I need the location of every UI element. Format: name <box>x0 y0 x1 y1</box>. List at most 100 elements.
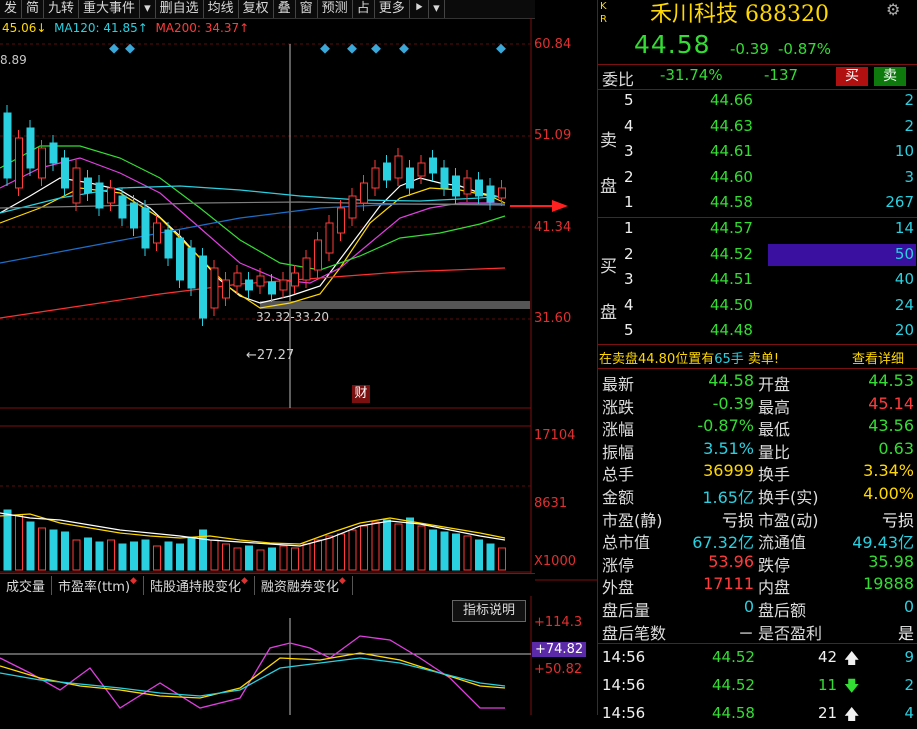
volume-bar <box>130 541 138 571</box>
ask-level: 1 <box>624 193 634 211</box>
stock-change: -0.39 <box>730 40 769 58</box>
settings-gear-icon[interactable]: ⚙ <box>886 0 900 19</box>
tick-price: 44.52 <box>712 648 755 666</box>
stat-value: 亏损 <box>721 510 754 530</box>
volume-bar <box>153 545 161 571</box>
volume-bar <box>463 535 472 571</box>
stat-label: 换手(实) <box>758 488 819 507</box>
view-detail-link[interactable]: 查看详细 <box>852 348 904 367</box>
bid-row[interactable]: 4 44.50 24 <box>598 296 917 319</box>
volume-bar <box>429 529 437 571</box>
stat-label: 市盈(动) <box>758 510 819 530</box>
ask-row[interactable]: 3 44.61 10 <box>598 142 917 165</box>
bid-row[interactable]: 3 44.51 40 <box>598 270 917 293</box>
toolbar-forecast-button[interactable]: 预测 <box>318 0 353 18</box>
up-arrow-icon: 🡅 <box>844 705 860 723</box>
stat-value: 1.65亿 <box>702 488 754 507</box>
bid-row[interactable]: 2 44.52 50 <box>598 245 917 268</box>
toolbar-play-icon[interactable]: ⯈ <box>410 0 430 18</box>
buy-button[interactable]: 买 <box>836 67 868 86</box>
ask-row[interactable]: 2 44.60 3 <box>598 168 917 191</box>
weicha-value: -137 <box>764 66 799 84</box>
tab-pe-ttm[interactable]: 市盈率(ttm)◆ <box>52 575 144 595</box>
candle-body <box>84 177 92 194</box>
kr-badge-k: K <box>600 1 607 12</box>
volume-bar <box>475 539 483 571</box>
toolbar-jian-button[interactable]: 简 <box>22 0 45 18</box>
candle-body <box>417 162 426 177</box>
stat-value: 36999 <box>703 461 754 481</box>
bid-volume: 40 <box>894 270 914 288</box>
candle-body <box>199 255 207 319</box>
ask-level: 5 <box>624 91 634 109</box>
volume-bar <box>61 531 69 571</box>
toolbar-ma-button[interactable]: 均线 <box>204 0 239 18</box>
ask-row[interactable]: 5 44.66 2 <box>598 91 917 114</box>
ask-row[interactable]: 1 44.58 267 <box>598 193 917 216</box>
stat-row: 涨停 53.96 跌停 35.98 <box>598 552 917 575</box>
support-band <box>260 301 530 309</box>
tab-northbound-holding[interactable]: 陆股通持股变化◆ <box>144 575 255 595</box>
bid-level: 3 <box>624 270 634 288</box>
ask-price: 44.63 <box>710 116 753 135</box>
stock-price: 44.58 <box>634 30 711 59</box>
candle-body <box>486 185 495 203</box>
stat-label: 外盘 <box>602 578 635 598</box>
volume-bar <box>176 543 184 571</box>
toolbar-fa-button[interactable]: 发 <box>0 0 23 18</box>
volume-bar <box>279 545 288 571</box>
bid-level: 1 <box>624 219 634 237</box>
toolbar-adjust-button[interactable]: 复权 <box>239 0 274 18</box>
bid-volume: 24 <box>894 295 914 314</box>
stat-label: 盘后笔数 <box>602 623 667 643</box>
tick-row: 14:56 44.58 21 🡅 4 <box>598 704 917 727</box>
bid-row[interactable]: 5 44.48 20 <box>598 321 917 344</box>
candle-body <box>406 167 414 189</box>
candle-body <box>475 179 483 197</box>
bid-price: 44.57 <box>710 219 753 237</box>
toolbar-zhan-button[interactable]: 占 <box>353 0 375 18</box>
indicator-tabs: 成交量 市盈率(ttm)◆ 陆股通持股变化◆ 融资融券变化◆ <box>0 573 535 596</box>
toolbar-overlay-button[interactable]: 叠 <box>274 0 296 18</box>
volume-bar <box>314 539 322 571</box>
ask-volume: 10 <box>894 142 914 160</box>
volume-bar <box>486 543 495 571</box>
tab-margin-trading[interactable]: 融资融券变化◆ <box>255 575 353 595</box>
ask-volume: 2 <box>904 91 914 109</box>
stat-label: 最高 <box>758 397 791 417</box>
stat-label: 涨停 <box>602 555 635 575</box>
toolbar-more-button[interactable]: 更多 <box>375 0 410 18</box>
tab-volume[interactable]: 成交量 <box>0 575 53 595</box>
tick-count: 4 <box>904 704 914 722</box>
volume-bar <box>291 547 299 571</box>
ask-row[interactable]: 4 44.63 2 <box>598 117 917 140</box>
candle-body <box>498 187 506 199</box>
toolbar-events-dropdown[interactable]: ▾ <box>140 0 156 18</box>
indicator-explain-button[interactable]: 指标说明 <box>452 600 526 622</box>
candle-body <box>325 222 334 254</box>
volume-bar <box>84 537 92 571</box>
candle-body <box>314 239 322 271</box>
ask-level: 3 <box>624 142 634 160</box>
toolbar-remove-watchlist-button[interactable]: 删自选 <box>156 0 204 18</box>
toolbar-window-button[interactable]: 窗 <box>296 0 318 18</box>
stat-value: 0 <box>903 597 914 616</box>
tab-dot-icon: ◆ <box>240 575 248 586</box>
stat-label: 总手 <box>602 465 635 485</box>
volume-bar <box>337 533 345 571</box>
ask-level: 4 <box>624 116 634 135</box>
bid-row[interactable]: 1 44.57 14 <box>598 219 917 242</box>
candle-body <box>26 127 35 169</box>
stat-value: 0.63 <box>878 438 914 458</box>
toolbar-major-events-button[interactable]: 重大事件 <box>79 0 141 18</box>
bid-volume: 50 <box>894 244 914 263</box>
candle-body <box>360 182 368 204</box>
stat-row: 盘后笔数 － 是否盈利 是 <box>598 620 917 643</box>
kr-badge: K R <box>600 0 607 26</box>
toolbar-more-dropdown[interactable]: ▾ <box>429 0 445 18</box>
stat-label: 涨幅 <box>602 420 635 440</box>
candle-body <box>371 167 380 189</box>
toolbar-jiuzhuan-button[interactable]: 九转 <box>44 0 80 18</box>
stat-label: 量比 <box>758 442 791 462</box>
sell-button[interactable]: 卖 <box>874 67 906 86</box>
